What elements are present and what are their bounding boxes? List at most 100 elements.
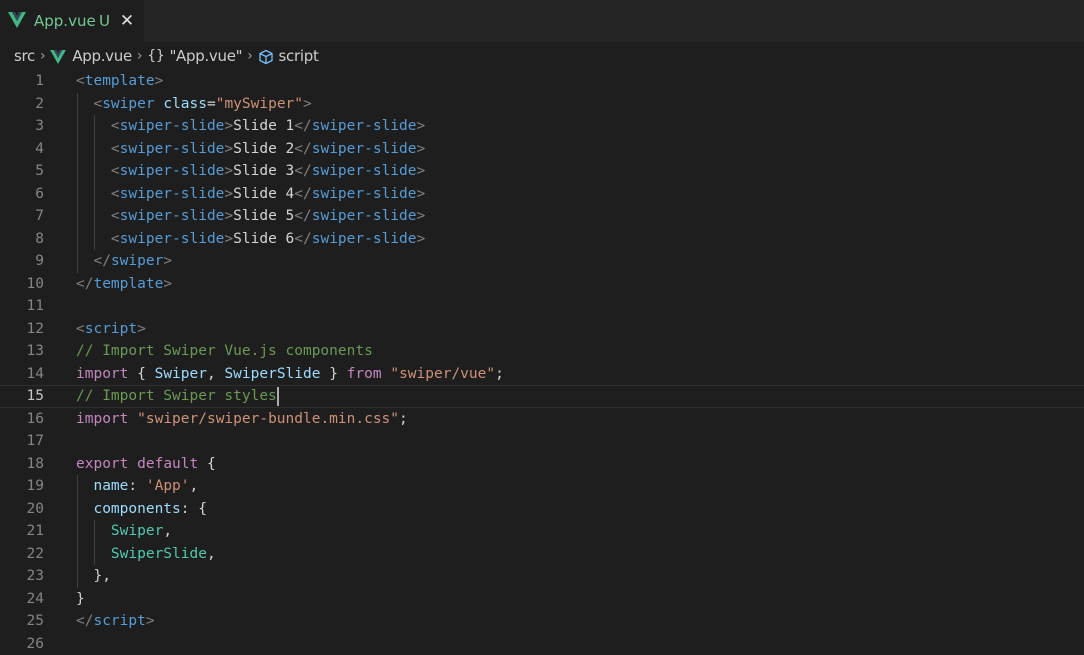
code-line[interactable]: 1 <template> (0, 70, 1084, 93)
line-number: 20 (26, 500, 44, 517)
code-content: components: { (76, 498, 207, 521)
code-token: "swiper/swiper-bundle.min.css" (137, 410, 400, 427)
code-token: components (93, 500, 181, 517)
code-token: > (163, 275, 173, 292)
tab-title: App.vue (34, 12, 96, 30)
code-content: <swiper-slide>Slide 5</swiper-slide> (76, 205, 425, 228)
code-content: <script> (76, 318, 146, 341)
code-token: > (224, 140, 234, 157)
code-token: swiper-slide (311, 208, 417, 224)
code-line[interactable]: 23 }, (0, 565, 1084, 588)
code-token: > (224, 230, 234, 247)
code-token: Slide 2 (233, 140, 295, 157)
line-number: 1 (35, 73, 44, 89)
braces-icon: {} (147, 48, 165, 64)
code-line[interactable]: 17 (0, 430, 1084, 453)
indent-guide (77, 92, 78, 273)
code-content: // Import Swiper Vue.js components (76, 340, 373, 363)
line-number: 21 (26, 523, 44, 539)
code-token: "mySwiper" (215, 95, 304, 112)
code-line[interactable]: 8 <swiper-slide>Slide 6</swiper-slide> (0, 228, 1084, 251)
code-token: swiper-slide (119, 208, 225, 224)
code-line[interactable]: 25 </script> (0, 610, 1084, 633)
close-icon[interactable]: ✕ (118, 11, 136, 31)
code-line[interactable]: 7 <swiper-slide>Slide 5</swiper-slide> (0, 205, 1084, 228)
code-line[interactable]: 5 <swiper-slide>Slide 3</swiper-slide> (0, 160, 1084, 183)
code-line[interactable]: 18 export default { (0, 453, 1084, 476)
code-line[interactable]: 6 <swiper-slide>Slide 4</swiper-slide> (0, 183, 1084, 206)
code-token: < (110, 163, 120, 179)
code-token: Slide 1 (233, 118, 295, 134)
code-line[interactable]: 26 (0, 633, 1084, 655)
code-token: </ (294, 185, 312, 202)
code-token: , (163, 523, 173, 539)
code-token: Swiper (110, 523, 164, 539)
code-token: SwiperSlide (110, 545, 207, 562)
breadcrumb-item-src[interactable]: src (14, 47, 35, 65)
code-content: <template> (76, 70, 163, 93)
code-content: // Import Swiper styles (76, 386, 277, 407)
code-token: name (93, 478, 129, 494)
code-content: SwiperSlide, (76, 543, 216, 566)
line-number: 25 (26, 613, 44, 629)
code-line[interactable]: 10 </template> (0, 273, 1084, 296)
code-line[interactable]: 11 (0, 295, 1084, 318)
code-token: // Import Swiper Vue.js components (76, 343, 373, 359)
code-content: import "swiper/swiper-bundle.min.css"; (76, 408, 408, 431)
code-token: Slide 5 (233, 208, 295, 224)
code-token: "swiper/vue" (390, 365, 496, 382)
chevron-right-icon: › (136, 48, 143, 64)
code-token: 'App' (145, 478, 190, 494)
code-token: Slide 4 (233, 185, 295, 202)
code-line[interactable]: 21 Swiper, (0, 520, 1084, 543)
code-token: < (110, 118, 120, 134)
code-editor[interactable]: 1 <template> 2 <swiper class="mySwiper"> 3 … (0, 70, 1084, 655)
tab-app-vue[interactable]: App.vue U ✕ (0, 0, 144, 42)
code-token: < (110, 230, 120, 247)
line-number: 2 (35, 95, 44, 112)
code-token: , (206, 365, 225, 382)
code-content: <swiper class="mySwiper"> (76, 93, 311, 116)
code-line[interactable]: 3 <swiper-slide>Slide 1</swiper-slide> (0, 115, 1084, 138)
line-number: 3 (35, 118, 44, 134)
breadcrumb-item-file[interactable]: App.vue (72, 47, 132, 65)
code-line[interactable]: 14 import { Swiper, SwiperSlide } from "s… (0, 363, 1084, 386)
breadcrumb-item-script[interactable]: script (279, 47, 319, 65)
code-token: > (224, 185, 234, 202)
code-token: > (163, 253, 173, 269)
code-token: </ (294, 163, 312, 179)
line-number: 8 (35, 230, 44, 247)
code-token: ; (495, 365, 504, 382)
code-token: swiper-slide (311, 118, 417, 134)
code-line[interactable]: 12 <script> (0, 318, 1084, 341)
code-line[interactable]: 16 import "swiper/swiper-bundle.min.css"; (0, 408, 1084, 431)
code-content: } (76, 588, 85, 611)
code-line[interactable]: 2 <swiper class="mySwiper"> (0, 93, 1084, 116)
line-number: 9 (35, 253, 44, 269)
breadcrumb-item-module[interactable]: "App.vue" (169, 47, 242, 65)
code-content: </template> (76, 273, 172, 296)
line-number: 5 (35, 163, 44, 179)
code-line[interactable]: 4 <swiper-slide>Slide 2</swiper-slide> (0, 138, 1084, 161)
code-token: < (110, 185, 120, 202)
code-token: swiper-slide (311, 140, 417, 157)
vue-logo-icon (8, 12, 26, 28)
indent-guide (77, 475, 78, 588)
code-token: SwiperSlide (224, 365, 321, 382)
code-line[interactable]: 22 SwiperSlide, (0, 543, 1084, 566)
chevron-right-icon: › (40, 48, 46, 64)
code-line[interactable]: 9 </swiper> (0, 250, 1084, 273)
code-line[interactable]: 15 // Import Swiper styles (0, 385, 1084, 408)
code-token: </ (76, 613, 94, 629)
code-token: script (84, 320, 138, 337)
code-line[interactable]: 24} (0, 588, 1084, 611)
code-line[interactable]: 13 // Import Swiper Vue.js components (0, 340, 1084, 363)
code-line[interactable]: 19 name: 'App', (0, 475, 1084, 498)
code-token: > (416, 140, 426, 157)
code-line[interactable]: 20 components: { (0, 498, 1084, 521)
code-content: import { Swiper, SwiperSlide } from "swi… (76, 363, 504, 386)
